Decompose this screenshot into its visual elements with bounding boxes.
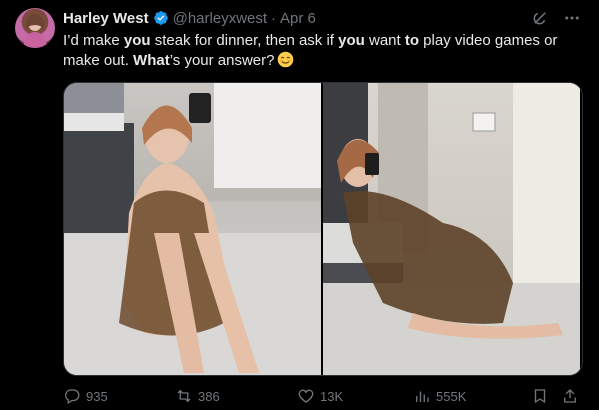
like-button[interactable]: 13K [297, 385, 343, 407]
avatar[interactable] [15, 8, 55, 48]
tweet: Harley West @harleyxwest · Apr 6 I’d mak… [0, 0, 599, 410]
heart-icon [298, 389, 314, 403]
views-count: 555K [436, 388, 467, 404]
views-icon [416, 391, 429, 402]
like-count: 13K [320, 388, 344, 404]
tweet-header: Harley West @harleyxwest · Apr 6 [63, 9, 316, 27]
tweet-text-bold: What [133, 52, 170, 69]
tweet-text: I’d make you steak for dinner, then ask … [63, 31, 583, 71]
photo-woman-seated-on-floor[interactable] [64, 83, 321, 375]
more-icon[interactable] [563, 9, 581, 27]
reply-icon [65, 389, 80, 404]
media-grid [63, 82, 583, 376]
bookmark-icon [534, 389, 546, 404]
share-icon [564, 389, 576, 403]
tweet-text-bold: you [123, 32, 151, 49]
verified-badge-icon[interactable] [153, 10, 169, 26]
tweet-text-segment: want [364, 32, 405, 49]
repost-button[interactable]: 386 [175, 385, 220, 407]
smiling-face-emoji-icon [277, 51, 294, 68]
grok-icon[interactable] [531, 9, 549, 27]
tweet-text-segment: steak for dinner, then ask if [150, 32, 339, 49]
reply-count: 935 [86, 388, 108, 404]
post-date[interactable]: Apr 6 [280, 10, 316, 27]
tweet-text-bold: to [404, 32, 420, 49]
bookmark-button[interactable] [531, 385, 549, 407]
action-bar: 935 386 13K 555K [63, 385, 583, 407]
share-button[interactable] [561, 385, 579, 407]
top-actions [531, 9, 581, 27]
tweet-text-bold: you [338, 32, 365, 49]
photo-woman-kneeling-by-bed[interactable] [323, 83, 580, 375]
views-button[interactable]: 555K [413, 385, 466, 407]
repost-count: 386 [198, 388, 220, 404]
tweet-text-segment: ’s your answer? [169, 52, 275, 69]
avatar-image [23, 14, 47, 48]
repost-icon [177, 389, 191, 403]
reply-button[interactable]: 935 [63, 385, 108, 407]
separator: · [271, 9, 277, 27]
tweet-text-segment: I’d make [63, 32, 124, 49]
display-name[interactable]: Harley West [63, 10, 149, 27]
handle[interactable]: @harleyxwest [173, 10, 267, 27]
